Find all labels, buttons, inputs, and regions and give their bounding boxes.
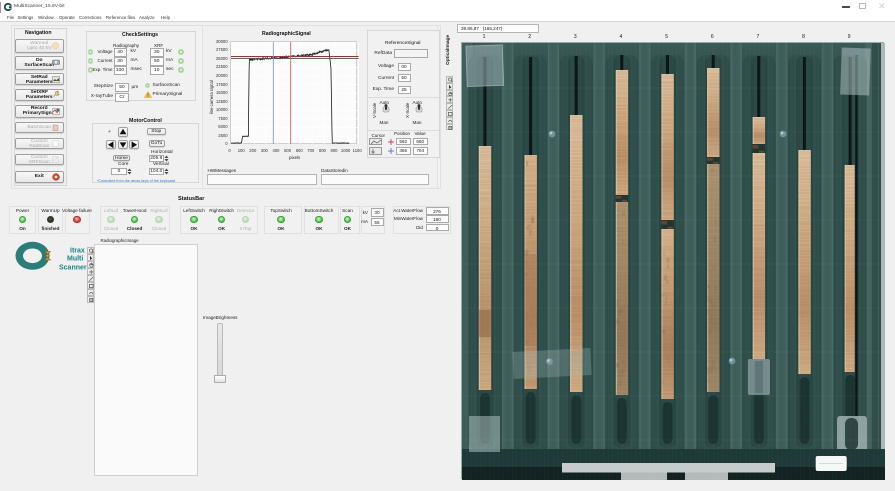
- svg-text:Itrax: Itrax: [70, 247, 85, 254]
- svg-text:Multi: Multi: [67, 255, 83, 262]
- svg-text:Scanner: Scanner: [59, 264, 87, 271]
